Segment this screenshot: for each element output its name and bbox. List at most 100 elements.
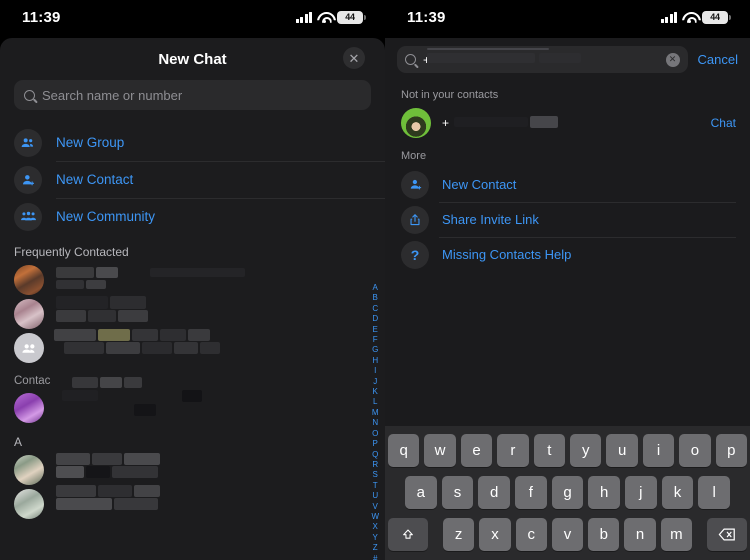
alphabet-index-letter[interactable]: Q — [372, 450, 378, 460]
key-g[interactable]: g — [551, 476, 584, 509]
status-indicators: 44 — [660, 10, 731, 24]
key-m[interactable]: m — [660, 518, 692, 551]
alphabet-index-letter[interactable]: G — [372, 345, 378, 355]
group-icon — [14, 128, 42, 157]
section-heading-more: More — [401, 150, 427, 162]
clear-icon[interactable]: ✕ — [665, 52, 680, 67]
key-w[interactable]: w — [424, 434, 456, 467]
new-chat-actions: New Group New Contact New Community — [0, 124, 385, 235]
action-new-community[interactable]: New Community — [0, 198, 385, 235]
list-item[interactable] — [0, 453, 385, 487]
section-heading-a: A — [14, 435, 23, 449]
more-item-new-contact[interactable]: New Contact — [385, 167, 750, 202]
alphabet-index-letter[interactable]: J — [373, 377, 377, 387]
onscreen-keyboard: qwertyuiop asdfghjkl zxcvbnm — [385, 426, 750, 560]
search-caret-line — [427, 48, 549, 50]
key-z[interactable]: z — [443, 518, 475, 551]
group-avatar-placeholder — [14, 333, 44, 363]
redacted-contact-number: + — [442, 108, 700, 138]
chat-button[interactable]: Chat — [711, 116, 736, 130]
list-item[interactable] — [0, 377, 385, 425]
left-phone-screen: 11:39 44 New Chat ✕ Search name or numbe… — [0, 0, 385, 560]
cancel-button[interactable]: Cancel — [698, 52, 738, 67]
keyboard-row-2: asdfghjkl — [388, 476, 747, 509]
list-item[interactable] — [0, 263, 385, 297]
avatar — [14, 393, 44, 423]
alphabet-index-letter[interactable]: I — [374, 366, 376, 376]
key-a[interactable]: a — [404, 476, 437, 509]
alphabet-index-letter[interactable]: L — [373, 397, 377, 407]
search-input[interactable]: + ✕ — [397, 46, 688, 73]
action-new-group[interactable]: New Group — [0, 124, 385, 161]
action-label: New Group — [56, 135, 125, 150]
key-e[interactable]: e — [460, 434, 493, 467]
redacted-search-text — [427, 53, 535, 63]
alphabet-index-letter[interactable]: F — [373, 335, 378, 345]
avatar — [14, 455, 44, 485]
alphabet-index-letter[interactable]: T — [373, 481, 378, 491]
alphabet-index-letter[interactable]: S — [373, 470, 378, 480]
alphabet-index-letter[interactable]: E — [373, 325, 378, 335]
key-p[interactable]: p — [715, 434, 748, 467]
alphabet-index-letter[interactable]: C — [372, 304, 378, 314]
alphabet-index-letter[interactable]: N — [372, 418, 378, 428]
key-s[interactable]: s — [441, 476, 474, 509]
avatar — [14, 489, 44, 519]
key-l[interactable]: l — [698, 476, 731, 509]
key-i[interactable]: i — [642, 434, 675, 467]
alphabet-index-letter[interactable]: D — [372, 314, 378, 324]
backspace-key[interactable] — [706, 518, 747, 551]
key-d[interactable]: d — [478, 476, 510, 509]
key-j[interactable]: j — [625, 476, 657, 509]
alphabet-index-letter[interactable]: V — [373, 502, 378, 512]
more-item-missing-contacts-help[interactable]: ? Missing Contacts Help — [385, 237, 750, 272]
list-item[interactable] — [0, 485, 385, 521]
key-k[interactable]: k — [661, 476, 694, 509]
alphabet-index-letter[interactable]: U — [372, 491, 378, 501]
search-input[interactable]: Search name or number — [14, 80, 371, 110]
key-q[interactable]: q — [387, 434, 420, 467]
alphabet-index-letter[interactable]: K — [373, 387, 378, 397]
community-icon — [14, 202, 42, 231]
status-bar-right: 11:39 44 — [385, 0, 750, 38]
alphabet-index[interactable]: A B C D E F G H I J K L M N O P Q R S T U V W X Y Z # — [371, 283, 379, 560]
battery-icon: 44 — [337, 10, 366, 24]
alphabet-index-letter[interactable]: O — [372, 429, 378, 439]
key-u[interactable]: u — [606, 434, 638, 467]
list-item[interactable] — [0, 329, 385, 365]
alphabet-index-letter[interactable]: H — [372, 356, 378, 366]
action-new-contact[interactable]: New Contact — [0, 161, 385, 198]
status-time: 11:39 — [407, 8, 446, 26]
alphabet-index-letter[interactable]: P — [373, 439, 378, 449]
alphabet-index-letter[interactable]: B — [373, 293, 378, 303]
alphabet-index-letter[interactable]: # — [373, 554, 377, 560]
redacted-contact-name — [56, 265, 371, 295]
list-item[interactable] — [0, 296, 385, 331]
key-v[interactable]: v — [551, 518, 584, 551]
shift-key[interactable] — [388, 518, 429, 551]
key-r[interactable]: r — [497, 434, 529, 467]
key-y[interactable]: y — [570, 434, 602, 467]
key-c[interactable]: c — [515, 518, 547, 551]
key-f[interactable]: f — [515, 476, 547, 509]
key-h[interactable]: h — [588, 476, 621, 509]
alphabet-index-letter[interactable]: W — [371, 512, 379, 522]
key-b[interactable]: b — [588, 518, 620, 551]
alphabet-index-letter[interactable]: X — [373, 522, 378, 532]
key-o[interactable]: o — [679, 434, 711, 467]
not-in-contacts-row[interactable]: + Chat — [385, 106, 750, 140]
redacted-contact-name — [56, 485, 371, 519]
cellular-bars-icon — [660, 11, 677, 23]
close-icon[interactable]: ✕ — [343, 47, 365, 69]
more-item-share-invite-link[interactable]: Share Invite Link — [385, 202, 750, 237]
alphabet-index-letter[interactable]: Z — [373, 543, 378, 553]
alphabet-index-letter[interactable]: A — [373, 283, 378, 293]
key-x[interactable]: x — [479, 518, 511, 551]
key-n[interactable]: n — [624, 518, 656, 551]
redacted-contact-name — [56, 377, 371, 423]
alphabet-index-letter[interactable]: Y — [373, 533, 378, 543]
key-t[interactable]: t — [533, 434, 565, 467]
action-label: New Contact — [56, 172, 134, 187]
alphabet-index-letter[interactable]: M — [372, 408, 379, 418]
alphabet-index-letter[interactable]: R — [372, 460, 378, 470]
